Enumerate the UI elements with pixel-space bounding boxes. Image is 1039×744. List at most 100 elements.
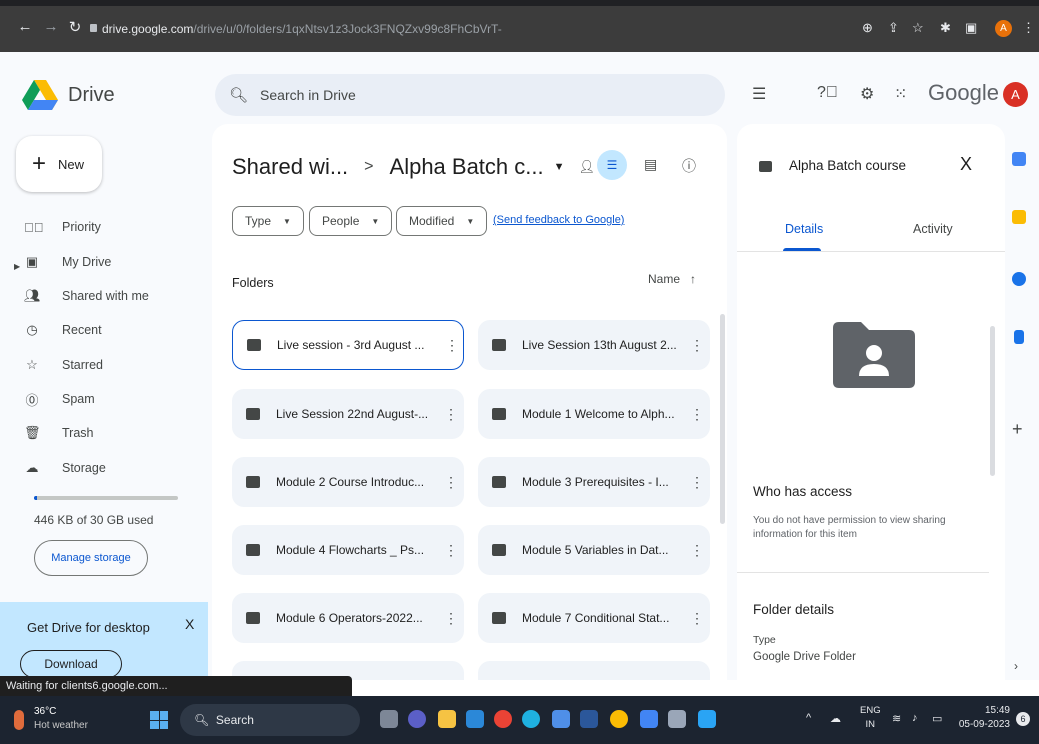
more-options-icon[interactable]: ⋮: [690, 474, 704, 491]
calendar-icon[interactable]: [1012, 152, 1026, 166]
folder-card[interactable]: Module 5 Variables in Dat... ⋮: [478, 525, 710, 575]
folder-card[interactable]: Module 3 Prerequisites - I... ⋮: [478, 457, 710, 507]
keep-icon[interactable]: [1012, 210, 1026, 224]
list-view-icon[interactable]: ▤: [644, 156, 657, 173]
folder-card[interactable]: Module 2 Course Introduc... ⋮: [232, 457, 464, 507]
folder-card[interactable]: Module 7 Conditional Stat... ⋮: [478, 593, 710, 643]
sidebar-item-recent[interactable]: ◷ Recent: [24, 317, 101, 343]
bookmark-star-icon[interactable]: ☆: [912, 20, 924, 36]
settings-gear-icon[interactable]: ⚙: [860, 84, 874, 104]
language-indicator[interactable]: ENG IN: [860, 704, 881, 732]
chat-icon[interactable]: [408, 710, 426, 728]
expand-caret-icon[interactable]: ▶: [14, 262, 20, 271]
notification-badge[interactable]: 6: [1016, 712, 1030, 726]
download-button[interactable]: Download: [20, 650, 122, 678]
account-avatar[interactable]: A: [1003, 82, 1028, 107]
browser-profile-avatar[interactable]: A: [995, 20, 1012, 37]
sidebar-item-starred[interactable]: ☆ Starred: [24, 352, 103, 378]
install-icon[interactable]: ⊕: [862, 20, 873, 36]
folder-card[interactable]: Live Session 22nd August-... ⋮: [232, 389, 464, 439]
promo-close-icon[interactable]: X: [185, 616, 194, 632]
filter-people-chip[interactable]: People ▼: [309, 206, 393, 236]
sidebar-item-my-drive[interactable]: ▣ My Drive: [24, 249, 111, 275]
search-options-icon[interactable]: ☰: [752, 84, 766, 104]
taskbar-search[interactable]: 🔍︎ Search: [180, 704, 360, 736]
main-scrollbar[interactable]: [720, 314, 725, 524]
search-icon[interactable]: 🔍︎: [229, 86, 248, 104]
contacts-icon[interactable]: [1014, 330, 1024, 344]
more-options-icon[interactable]: ⋮: [445, 337, 459, 354]
app-paint-icon[interactable]: [698, 710, 716, 728]
more-options-icon[interactable]: ⋮: [444, 406, 458, 423]
forward-icon[interactable]: →: [38, 18, 64, 35]
search-input[interactable]: [260, 87, 661, 103]
windows-start-icon[interactable]: [150, 711, 168, 729]
app-doc-icon[interactable]: [668, 710, 686, 728]
sidepanel-icon[interactable]: ▣: [965, 20, 977, 36]
folder-card[interactable]: Live Session 13th August 2... ⋮: [478, 320, 710, 370]
reload-icon[interactable]: ↻: [62, 18, 88, 36]
chevron-right-icon[interactable]: ›: [1014, 659, 1018, 673]
sidebar-item-shared-with-me[interactable]: 👥︎ Shared with me: [24, 283, 149, 309]
close-icon[interactable]: X: [960, 154, 972, 175]
edge-icon[interactable]: [522, 710, 540, 728]
more-options-icon[interactable]: ⋮: [444, 474, 458, 491]
store-icon[interactable]: [466, 710, 484, 728]
folder-card[interactable]: Module 4 Flowcharts _ Ps... ⋮: [232, 525, 464, 575]
wifi-icon[interactable]: ≋: [892, 712, 901, 725]
sort-by-name[interactable]: Name ↑: [648, 272, 696, 286]
filter-view-icon[interactable]: ☰: [597, 150, 627, 180]
sidebar-item-storage[interactable]: ☁ Storage: [24, 455, 106, 481]
weather-temp[interactable]: 36°C: [34, 706, 56, 717]
filter-modified-chip[interactable]: Modified ▼: [396, 206, 488, 236]
file-explorer-icon[interactable]: [380, 710, 398, 728]
help-icon[interactable]: ?⃝: [817, 84, 838, 102]
sidebar-item-priority[interactable]: ✓⃝ Priority: [24, 214, 101, 240]
sidebar-item-spam[interactable]: ⓪ Spam: [24, 386, 94, 412]
extensions-icon[interactable]: ✱: [940, 20, 951, 36]
manage-storage-button[interactable]: Manage storage: [34, 540, 148, 576]
more-options-icon[interactable]: ⋮: [444, 542, 458, 559]
google-account-label[interactable]: Google: [928, 80, 999, 106]
shared-people-icon[interactable]: 👤︎: [579, 159, 596, 175]
panel-scrollbar[interactable]: [990, 326, 995, 476]
tray-overflow-icon[interactable]: ^: [806, 712, 811, 724]
filter-type-chip[interactable]: Type ▼: [232, 206, 304, 236]
app-g-icon[interactable]: [640, 710, 658, 728]
battery-icon[interactable]: ▭: [932, 712, 942, 725]
folder-card-partial[interactable]: [478, 661, 710, 680]
onedrive-icon[interactable]: ☁: [830, 712, 841, 725]
search-bar[interactable]: 🔍︎: [215, 74, 725, 116]
tab-details[interactable]: Details: [785, 222, 823, 236]
weather-desc[interactable]: Hot weather: [34, 720, 88, 731]
chrome-icon[interactable]: [494, 710, 512, 728]
breadcrumb-current[interactable]: Alpha Batch c...: [390, 154, 544, 180]
more-options-icon[interactable]: ⋮: [690, 337, 704, 354]
word-icon[interactable]: [580, 710, 598, 728]
tasks-icon[interactable]: [1012, 272, 1026, 286]
new-button[interactable]: + New: [16, 136, 102, 192]
more-options-icon[interactable]: ⋮: [690, 610, 704, 627]
apps-grid-icon[interactable]: ⁙: [894, 84, 907, 104]
send-feedback-link[interactable]: (Send feedback to Google): [493, 214, 624, 226]
media-icon[interactable]: [552, 710, 570, 728]
volume-icon[interactable]: ♪: [912, 712, 918, 724]
folder-card[interactable]: Live session - 3rd August ... ⋮: [232, 320, 464, 370]
browser-menu-icon[interactable]: ⋮: [1022, 20, 1035, 36]
folder-card[interactable]: Module 6 Operators-2022... ⋮: [232, 593, 464, 643]
chrome-active-icon[interactable]: [610, 710, 628, 728]
more-options-icon[interactable]: ⋮: [690, 406, 704, 423]
clock[interactable]: 15:49 05-09-2023: [956, 704, 1010, 732]
info-icon[interactable]: ⓘ: [682, 156, 696, 176]
more-options-icon[interactable]: ⋮: [444, 610, 458, 627]
back-icon[interactable]: ←: [12, 18, 38, 35]
more-options-icon[interactable]: ⋮: [690, 542, 704, 559]
share-icon[interactable]: ⇪: [888, 20, 899, 36]
address-bar[interactable]: drive.google.com/drive/u/0/folders/1qxNt…: [102, 22, 502, 36]
tab-activity[interactable]: Activity: [913, 222, 953, 236]
sidebar-item-trash[interactable]: 🗑︎ Trash: [24, 420, 94, 446]
add-addon-icon[interactable]: +: [1012, 419, 1023, 440]
folder-icon[interactable]: [438, 710, 456, 728]
breadcrumb-parent[interactable]: Shared wi...: [232, 154, 348, 180]
folder-dropdown-icon[interactable]: ▼: [554, 161, 565, 173]
